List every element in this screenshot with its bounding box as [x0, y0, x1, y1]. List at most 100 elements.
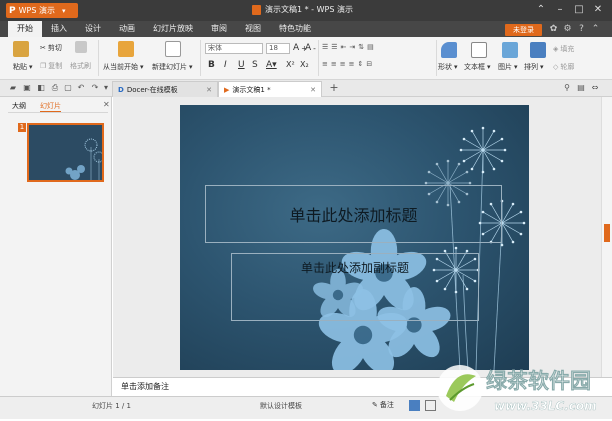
scroll-thumb[interactable] [604, 224, 610, 242]
play-from-current-button[interactable]: 从当前开始 ▾ [103, 62, 144, 72]
tab-presentation1[interactable]: ▶ 演示文稿1 * ✕ [218, 81, 322, 97]
open-icon[interactable]: ▰ [8, 83, 18, 93]
textbox-icon [471, 42, 487, 60]
new-slide-icon [165, 41, 181, 59]
shapes-icon [441, 42, 457, 60]
format-painter-button[interactable]: 格式刷 [70, 61, 91, 71]
picture-icon [502, 42, 518, 60]
undo-icon[interactable]: ↶ [76, 83, 86, 93]
save-icon[interactable]: ▣ [22, 83, 32, 93]
tab-list-icon[interactable]: ▤ [576, 83, 586, 93]
notes-toggle-label: 备注 [379, 401, 394, 409]
ribbon-toggle-icon[interactable]: ⌃ [590, 24, 601, 35]
underline-icon[interactable]: U [238, 60, 245, 70]
divider [200, 40, 201, 76]
notes-toggle-button[interactable]: ✎ 备注 [372, 400, 394, 410]
copy-icon: ❐ [40, 62, 47, 70]
shapes-button[interactable]: 形状 ▾ [438, 62, 458, 72]
italic-icon[interactable]: I [224, 60, 227, 70]
help-icon[interactable]: ? [576, 24, 587, 35]
superscript-icon[interactable]: X² [286, 60, 295, 69]
tab-label: 演示文稿1 * [232, 85, 271, 94]
chevron-down-icon: ▾ [454, 63, 458, 71]
tab-slideshow[interactable]: 幻灯片放映 [144, 21, 202, 37]
fill-label: 填充 [560, 45, 575, 53]
outline-label: 轮廓 [560, 63, 575, 71]
watermark-url: www.33LC.com [494, 399, 597, 413]
font-size-select[interactable]: 18 [266, 43, 290, 54]
maximize-button[interactable]: □ [572, 3, 586, 17]
tab-scroll-icon[interactable]: ⇔ [590, 83, 600, 93]
chevron-down-icon: ▾ [487, 63, 491, 71]
chevron-down-icon[interactable]: ▾ [101, 83, 111, 93]
picture-button[interactable]: 图片 ▾ [498, 62, 518, 72]
tab-home[interactable]: 开始 [8, 21, 42, 37]
textbox-button[interactable]: 文本框 ▾ [464, 62, 491, 72]
list-icons[interactable]: ☰☰⇤⇥⇅▤ [322, 43, 377, 51]
close-button[interactable]: ✕ [591, 3, 605, 17]
format-painter-label: 格式刷 [70, 62, 91, 70]
tab-design[interactable]: 设计 [76, 21, 110, 37]
settings-icon[interactable]: ⚙ [562, 24, 573, 35]
cut-button[interactable]: ✂ 剪切 [40, 43, 62, 53]
collapse-ribbon-icon[interactable]: ⌃ [534, 3, 548, 17]
paste-button[interactable]: 粘贴 ▾ [13, 62, 33, 72]
fill-button[interactable]: ◈ 填充 [553, 44, 574, 54]
font-color-icon[interactable]: A▾ [266, 60, 277, 70]
notes-icon: ✎ [372, 401, 378, 409]
fill-icon: ◈ [553, 45, 559, 53]
tab-label: Docer-在线模板 [126, 85, 178, 94]
subtitle-placeholder[interactable]: 单击此处添加副标题 [231, 253, 479, 321]
chevron-down-icon: ▾ [514, 63, 518, 71]
arrange-button[interactable]: 排列 ▾ [524, 62, 544, 72]
close-icon[interactable]: ✕ [206, 86, 212, 94]
slide-thumbnail[interactable] [27, 123, 104, 182]
align-icons[interactable]: ≡≡≡≡⇕⊟ [322, 60, 375, 68]
close-icon[interactable]: ✕ [310, 86, 316, 94]
title-bar: P WPS 演示 ▾ 演示文稿1 * - WPS 演示 ⌃ – □ ✕ [0, 0, 612, 21]
tab-view[interactable]: 视图 [236, 21, 270, 37]
close-panel-icon[interactable]: ✕ [103, 100, 110, 109]
login-button[interactable]: 未登录 [505, 24, 542, 36]
tab-slides[interactable]: 幻灯片 [40, 101, 61, 112]
print-icon[interactable]: ⎙ [50, 83, 60, 93]
tab-docer-templates[interactable]: D Docer-在线模板 ✕ [112, 81, 218, 97]
decrease-font-icon[interactable]: A- [305, 43, 316, 53]
chevron-down-icon: ▾ [540, 63, 544, 71]
strikethrough-icon[interactable]: S [252, 60, 258, 70]
redo-icon[interactable]: ↷ [90, 83, 100, 93]
chevron-down-icon: ▾ [61, 6, 66, 15]
chevron-down-icon: ▾ [189, 63, 193, 71]
pin-icon[interactable]: ⚲ [562, 83, 572, 93]
tab-features[interactable]: 特色功能 [270, 21, 320, 37]
tab-insert[interactable]: 插入 [42, 21, 76, 37]
skin-icon[interactable]: ✿ [548, 24, 559, 35]
minimize-button[interactable]: – [553, 3, 567, 17]
export-pdf-icon[interactable]: ◧ [36, 83, 46, 93]
template-name[interactable]: 默认设计模板 [260, 401, 302, 411]
new-slide-label: 新建幻灯片 [152, 63, 187, 71]
watermark-text: 绿茶软件园 [486, 369, 591, 393]
new-slide-button[interactable]: 新建幻灯片 ▾ [152, 62, 193, 72]
print-preview-icon[interactable]: ▢ [63, 83, 73, 93]
new-tab-icon[interactable]: + [329, 82, 339, 93]
bold-icon[interactable]: B [208, 60, 215, 70]
tab-outline[interactable]: 大纲 [12, 101, 26, 111]
arrange-label: 排列 [524, 63, 538, 71]
brush-icon [75, 41, 87, 55]
title-placeholder[interactable]: 单击此处添加标题 [205, 185, 502, 243]
slide-canvas[interactable]: 单击此处添加标题 单击此处添加副标题 [180, 105, 529, 370]
tab-review[interactable]: 审阅 [202, 21, 236, 37]
font-name-select[interactable]: 宋体 [205, 43, 263, 54]
subscript-icon[interactable]: X₂ [300, 60, 309, 69]
copy-button[interactable]: ❐ 复制 [40, 61, 62, 71]
divider [8, 112, 108, 113]
paste-label: 粘贴 [13, 63, 27, 71]
normal-view-icon[interactable] [409, 400, 420, 411]
paste-icon[interactable] [13, 41, 29, 59]
outline-button[interactable]: ◇ 轮廓 [553, 62, 574, 72]
slideshow-icon [118, 41, 134, 59]
document-title: 演示文稿1 * - WPS 演示 [265, 5, 353, 14]
wps-app-menu-button[interactable]: P WPS 演示 ▾ [6, 3, 78, 18]
tab-animation[interactable]: 动画 [110, 21, 144, 37]
